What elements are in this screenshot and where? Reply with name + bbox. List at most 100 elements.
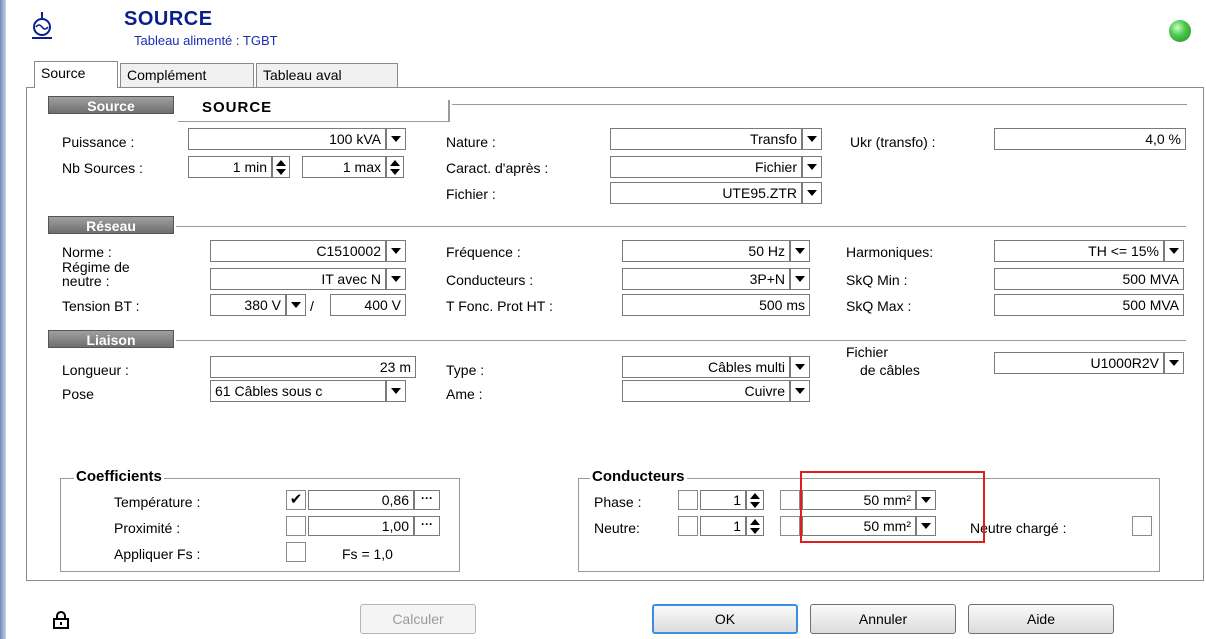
nature-dropdown-button[interactable] bbox=[802, 128, 822, 150]
frequence-field[interactable]: 50 Hz bbox=[622, 240, 790, 262]
fs-checkbox[interactable] bbox=[286, 542, 306, 562]
fichier-label: Fichier : bbox=[446, 186, 496, 202]
regime-dropdown-button[interactable] bbox=[386, 268, 406, 290]
fichier-cables-field[interactable]: U1000R2V bbox=[994, 352, 1164, 374]
type-field[interactable]: Câbles multi bbox=[622, 356, 790, 378]
chevron-down-icon bbox=[795, 248, 805, 254]
norme-field[interactable]: C1510002 bbox=[210, 240, 386, 262]
skq-max-field[interactable]: 500 MVA bbox=[994, 294, 1184, 316]
calculer-button[interactable]: Calculer bbox=[360, 604, 476, 634]
fichier-field[interactable]: UTE95.ZTR bbox=[610, 182, 802, 204]
source-symbol-icon bbox=[32, 12, 52, 39]
phase-count-field[interactable]: 1 bbox=[700, 490, 746, 510]
proximite-checkbox[interactable] bbox=[286, 516, 306, 536]
aide-button[interactable]: Aide bbox=[968, 604, 1114, 634]
harmoniques-dropdown-button[interactable] bbox=[1164, 240, 1184, 262]
ukr-label: Ukr (transfo) : bbox=[850, 134, 936, 150]
caract-dropdown-button[interactable] bbox=[802, 156, 822, 178]
type-dropdown-button[interactable] bbox=[790, 356, 810, 378]
tension-1-field[interactable]: 380 V bbox=[210, 294, 286, 316]
source-name: SOURCE bbox=[202, 99, 273, 116]
neutre-section-checkbox[interactable] bbox=[780, 516, 800, 536]
chevron-down-icon bbox=[1169, 360, 1179, 366]
arrow-up-icon bbox=[390, 159, 400, 166]
puissance-dropdown-button[interactable] bbox=[386, 128, 406, 150]
tab-tableau-aval[interactable]: Tableau aval bbox=[256, 63, 398, 87]
phase-section-checkbox[interactable] bbox=[780, 490, 800, 510]
arrow-up-icon bbox=[276, 159, 286, 166]
chevron-down-icon bbox=[795, 276, 805, 282]
neutre-count-field[interactable]: 1 bbox=[700, 516, 746, 536]
pose-field[interactable]: 61 Câbles sous c bbox=[210, 380, 386, 402]
tfonc-field[interactable]: 500 ms bbox=[622, 294, 810, 316]
temperature-checkbox[interactable]: ✔ bbox=[286, 490, 306, 510]
conducteurs-label: Conducteurs : bbox=[446, 272, 534, 288]
fichier-cables-dropdown-button[interactable] bbox=[1164, 352, 1184, 374]
phase-count-stepper[interactable] bbox=[746, 490, 764, 510]
fs-label: Appliquer Fs : bbox=[114, 546, 201, 562]
fichier-dropdown-button[interactable] bbox=[802, 182, 822, 204]
neutre-charge-checkbox[interactable] bbox=[1132, 516, 1152, 536]
ok-button[interactable]: OK bbox=[652, 604, 798, 634]
pose-dropdown-button[interactable] bbox=[386, 380, 406, 402]
conducteurs-dropdown-button[interactable] bbox=[790, 268, 810, 290]
tab-complement[interactable]: Complément bbox=[120, 63, 254, 87]
arrow-up-icon bbox=[750, 518, 760, 525]
chevron-down-icon bbox=[391, 276, 401, 282]
nb-min-field[interactable]: 1 min bbox=[188, 156, 272, 178]
norme-dropdown-button[interactable] bbox=[386, 240, 406, 262]
frequence-dropdown-button[interactable] bbox=[790, 240, 810, 262]
chevron-down-icon bbox=[391, 136, 401, 142]
lock-icon[interactable] bbox=[52, 610, 70, 630]
tension-label: Tension BT : bbox=[62, 298, 140, 314]
puissance-field[interactable]: 100 kVA bbox=[188, 128, 386, 150]
temperature-label: Température : bbox=[114, 494, 201, 510]
neutre-label: Neutre: bbox=[594, 520, 640, 536]
proximite-label: Proximité : bbox=[114, 520, 181, 536]
dialog-title: SOURCE bbox=[124, 8, 213, 30]
ukr-field[interactable]: 4,0 % bbox=[994, 128, 1186, 150]
highlight-box bbox=[800, 471, 985, 543]
temperature-field[interactable]: 0,86 bbox=[308, 490, 414, 510]
longueur-field[interactable]: 23 m bbox=[210, 356, 416, 378]
phase-checkbox[interactable] bbox=[678, 490, 698, 510]
arrow-down-icon bbox=[750, 527, 760, 534]
skq-min-field[interactable]: 500 MVA bbox=[994, 268, 1184, 290]
arrow-up-icon bbox=[750, 492, 760, 499]
fichier-cables-label-2: de câbles bbox=[860, 362, 920, 378]
chevron-down-icon bbox=[795, 364, 805, 370]
section-source-label: Source bbox=[48, 96, 174, 114]
chevron-down-icon bbox=[795, 388, 805, 394]
conducteurs-title: Conducteurs bbox=[590, 468, 687, 485]
nb-sources-label: Nb Sources : bbox=[62, 160, 143, 176]
chevron-down-icon bbox=[391, 248, 401, 254]
ame-field[interactable]: Cuivre bbox=[622, 380, 790, 402]
nb-min-stepper[interactable] bbox=[272, 156, 290, 178]
conducteurs-field[interactable]: 3P+N bbox=[622, 268, 790, 290]
section-divider bbox=[176, 340, 1186, 341]
nb-max-stepper[interactable] bbox=[386, 156, 404, 178]
neutre-checkbox[interactable] bbox=[678, 516, 698, 536]
harmoniques-label: Harmoniques: bbox=[846, 244, 934, 260]
proximite-more-button[interactable]: ··· bbox=[414, 516, 440, 536]
neutre-count-stepper[interactable] bbox=[746, 516, 764, 536]
ame-label: Ame : bbox=[446, 386, 483, 402]
window-left-border bbox=[0, 0, 6, 639]
fs-value: Fs = 1,0 bbox=[342, 546, 393, 562]
section-divider bbox=[452, 104, 1187, 105]
temperature-more-button[interactable]: ··· bbox=[414, 490, 440, 510]
regime-field[interactable]: IT avec N bbox=[210, 268, 386, 290]
harmoniques-field[interactable]: TH <= 15% bbox=[994, 240, 1164, 262]
ame-dropdown-button[interactable] bbox=[790, 380, 810, 402]
tab-source[interactable]: Source bbox=[34, 61, 118, 88]
frequence-label: Fréquence : bbox=[446, 244, 521, 260]
norme-label: Norme : bbox=[62, 244, 112, 260]
nature-field[interactable]: Transfo bbox=[610, 128, 802, 150]
caract-field[interactable]: Fichier bbox=[610, 156, 802, 178]
nb-max-field[interactable]: 1 max bbox=[302, 156, 386, 178]
tension-1-dropdown-button[interactable] bbox=[286, 294, 306, 316]
proximite-field[interactable]: 1,00 bbox=[308, 516, 414, 536]
annuler-button[interactable]: Annuler bbox=[810, 604, 956, 634]
tension-2-field[interactable]: 400 V bbox=[330, 294, 406, 316]
arrow-down-icon bbox=[276, 168, 286, 175]
